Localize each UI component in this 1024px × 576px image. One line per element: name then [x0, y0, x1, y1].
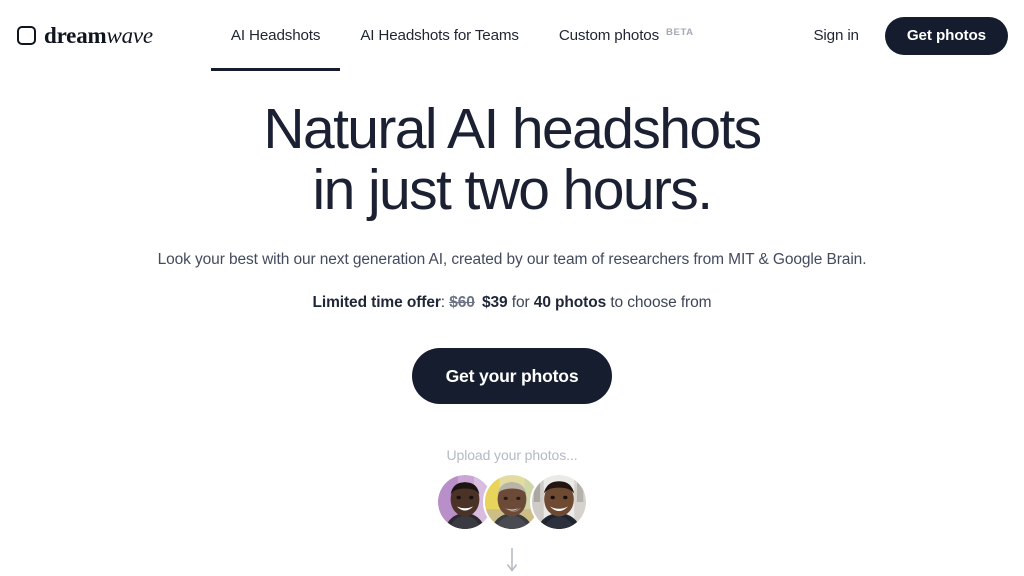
offer-quantity: 40 photos	[533, 294, 607, 311]
nav-item-label: AI Headshots	[230, 27, 321, 44]
avatar-photo-3[interactable]	[530, 473, 588, 531]
hero-section: Natural AI headshots in just two hours. …	[0, 71, 1024, 575]
scroll-down-indicator[interactable]	[0, 547, 1024, 575]
page-title: Natural AI headshots in just two hours.	[263, 97, 762, 222]
offer-for-word: for	[511, 294, 530, 311]
nav-item-label: AI Headshots for Teams	[360, 27, 519, 44]
offer-old-price: $60	[449, 294, 475, 311]
main-nav: AI Headshots AI Headshots for Teams Cust…	[210, 0, 714, 71]
avatar-group	[0, 473, 1024, 531]
brand-wordmark: dreamwave	[44, 24, 153, 47]
avatar-image-3	[532, 475, 586, 529]
upload-section: Upload your photos...	[0, 446, 1024, 575]
sign-in-link[interactable]: Sign in	[787, 27, 884, 44]
nav-item-ai-headshots-for-teams[interactable]: AI Headshots for Teams	[340, 0, 539, 71]
nav-item-label: Custom photos	[558, 27, 660, 44]
rounded-square-logo-icon	[17, 25, 36, 45]
header-actions: Sign in Get photos	[787, 16, 1008, 55]
brand-logo[interactable]: dreamwave	[17, 0, 153, 71]
get-photos-button[interactable]: Get photos	[884, 16, 1008, 55]
get-your-photos-button[interactable]: Get your photos	[411, 348, 613, 404]
nav-item-custom-photos[interactable]: Custom photos BETA	[539, 0, 714, 71]
upload-label: Upload your photos...	[446, 447, 578, 463]
offer-lead: Limited time offer	[312, 294, 441, 311]
brand-word-primary: dream	[44, 22, 107, 48]
site-header: dreamwave AI Headshots AI Headshots for …	[0, 0, 1024, 71]
arrow-down-icon	[506, 548, 518, 572]
nav-item-ai-headshots[interactable]: AI Headshots	[210, 0, 341, 71]
brand-word-secondary: wave	[106, 22, 153, 48]
hero-subtitle: Look your best with our next generation …	[157, 251, 867, 268]
limited-time-offer: Limited time offer: $60 $39 for 40 photo…	[0, 292, 1024, 313]
beta-badge: BETA	[666, 27, 694, 38]
cta-container: Get your photos	[0, 348, 1024, 404]
offer-new-price: $39	[482, 294, 508, 311]
offer-colon: :	[440, 294, 445, 311]
offer-tail: to choose from	[610, 294, 712, 311]
